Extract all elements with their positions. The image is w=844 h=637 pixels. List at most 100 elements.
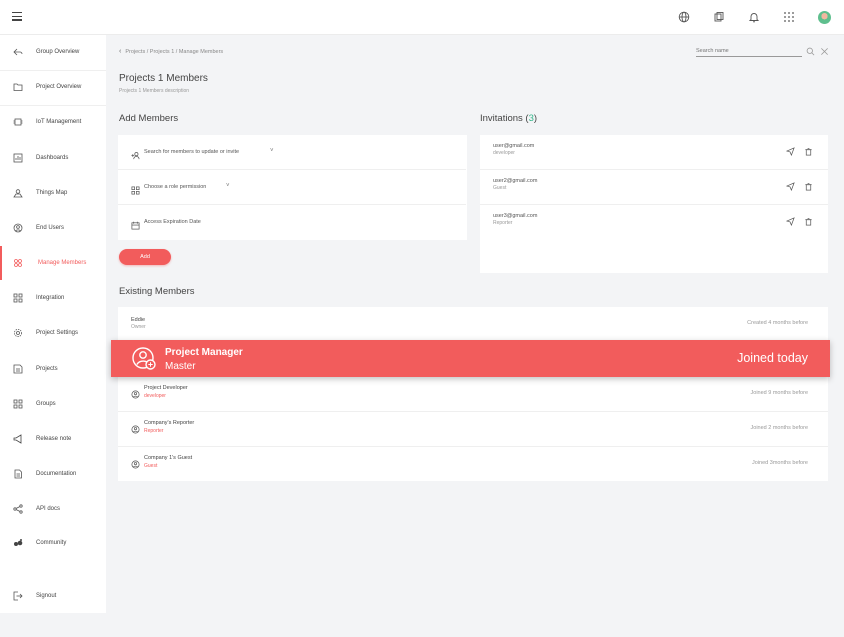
sidebar-item-documentation[interactable]: Documentation (0, 457, 106, 491)
page-title: Projects 1 Members (119, 73, 208, 84)
add-members-title: Add Members (119, 113, 179, 124)
member-role: Guest (144, 463, 158, 469)
sidebar-item-label: Things Map (36, 190, 68, 196)
member-row-highlighted[interactable]: Project Manager Master Joined today (111, 340, 830, 377)
back-arrow-icon (12, 47, 23, 58)
calendar-icon (131, 217, 141, 230)
trash-icon[interactable] (804, 217, 813, 226)
member-icon (131, 425, 140, 434)
invitation-row: user3@gmail.com Reporter (480, 205, 828, 239)
member-icon (131, 460, 140, 469)
sidebar-item-group-overview[interactable]: Group Overview (0, 35, 106, 69)
member-search-field[interactable]: Search for members to update or invite ˅ (118, 135, 466, 169)
main-content: ‹ Projects / Projects 1 / Manage Members… (106, 35, 844, 637)
sidebar-item-label: IoT Management (36, 119, 82, 125)
iot-icon (12, 117, 23, 128)
add-button[interactable]: Add (119, 249, 171, 265)
send-icon[interactable] (786, 147, 795, 156)
search-field[interactable] (696, 46, 802, 57)
sidebar-item-signout[interactable]: Signout (0, 579, 106, 613)
sidebar-item-label: Signout (36, 593, 57, 599)
top-bar (0, 0, 844, 35)
member-time: Joined 3months before (752, 460, 808, 466)
sidebar-item-label: Manage Members (38, 260, 87, 266)
member-icon (131, 390, 140, 399)
sidebar-item-project-settings[interactable]: Project Settings (0, 316, 106, 350)
sidebar-item-release-note[interactable]: Release note (0, 422, 106, 456)
member-row[interactable]: Project Developer developer Joined 9 mon… (118, 377, 828, 411)
send-icon[interactable] (786, 217, 795, 226)
apps-grid-icon[interactable] (783, 11, 795, 23)
member-name: Eddie (131, 317, 146, 323)
add-user-icon (131, 147, 141, 160)
chevron-left-icon[interactable]: ‹ (119, 48, 121, 55)
invitation-role: developer (493, 150, 515, 156)
invitation-role: Guest (493, 185, 507, 191)
sidebar-item-label: Community (36, 540, 67, 546)
community-icon (12, 538, 23, 549)
member-row-owner[interactable]: Eddie Owner Created 4 months before (118, 307, 828, 341)
member-name: Project Developer (144, 385, 188, 391)
folder-icon (12, 82, 23, 93)
close-icon[interactable] (820, 47, 829, 56)
avatar[interactable] (818, 11, 831, 24)
sidebar-item-label: Projects (36, 366, 58, 372)
trash-icon[interactable] (804, 147, 813, 156)
chevron-down-icon: ˅ (226, 183, 230, 189)
member-role: developer (144, 393, 166, 399)
sidebar-item-community[interactable]: Community (0, 526, 106, 560)
sidebar-item-label: Project Settings (36, 330, 79, 336)
sidebar-item-label: Integration (36, 295, 65, 301)
sidebar-item-label: Release note (36, 436, 72, 442)
member-row[interactable]: Company 1's Guest Guest Joined 3months b… (118, 447, 828, 481)
sidebar-item-projects[interactable]: Projects (0, 352, 106, 386)
sidebar-item-groups[interactable]: Groups (0, 387, 106, 421)
bell-icon[interactable] (748, 11, 760, 23)
search-icon[interactable] (806, 47, 815, 56)
member-row[interactable]: Company's Reporter Reporter Joined 2 mon… (118, 412, 828, 446)
send-icon[interactable] (786, 182, 795, 191)
member-name: Company's Reporter (144, 420, 195, 426)
member-search-prompt: Search for members to update or invite (144, 149, 240, 155)
sidebar-item-dashboards[interactable]: Dashboards (0, 141, 106, 175)
member-role: Reporter (144, 428, 164, 434)
sidebar-item-end-users[interactable]: End Users (0, 211, 106, 245)
user-circle-icon (12, 223, 23, 234)
member-role: Master (165, 361, 196, 372)
expiration-label: Access Expiration Date (144, 219, 201, 225)
invitation-email: user2@gmail.com (493, 178, 538, 184)
sidebar-item-label: Groups (36, 401, 56, 407)
trash-icon[interactable] (804, 182, 813, 191)
expiration-date-field[interactable]: Access Expiration Date (118, 205, 466, 239)
member-name: Company 1's Guest (144, 455, 193, 461)
sidebar-item-label: Group Overview (36, 49, 80, 55)
sidebar: Group Overview Project Overview IoT Mana… (0, 35, 106, 613)
role-prompt: Choose a role permission (144, 184, 207, 190)
dashboard-icon (12, 153, 23, 164)
invitation-role: Reporter (493, 220, 513, 226)
sidebar-item-label: Documentation (36, 471, 77, 477)
breadcrumb-text[interactable]: Projects / Projects 1 / Manage Members (125, 49, 223, 55)
clipboard-icon[interactable] (713, 11, 725, 23)
invitation-email: user3@gmail.com (493, 213, 538, 219)
sidebar-item-label: Dashboards (36, 155, 69, 161)
sidebar-item-api-docs[interactable]: API docs (0, 492, 106, 526)
sidebar-item-project-overview[interactable]: Project Overview (0, 70, 106, 104)
sidebar-item-manage-members[interactable]: Manage Members (0, 246, 106, 280)
member-name: Project Manager (165, 347, 243, 358)
sidebar-item-iot-management[interactable]: IoT Management (0, 105, 106, 139)
invitation-row: user@gmail.com developer (480, 135, 828, 169)
breadcrumb[interactable]: ‹ Projects / Projects 1 / Manage Members (119, 48, 223, 55)
chevron-down-icon: ˅ (270, 148, 274, 154)
search-input[interactable] (696, 48, 802, 54)
member-time: Joined 9 months before (750, 390, 808, 396)
sidebar-item-label: Project Overview (36, 84, 82, 90)
invitation-email: user@gmail.com (493, 143, 535, 149)
gear-icon (12, 328, 23, 339)
member-time: Joined today (737, 351, 808, 365)
menu-icon[interactable] (12, 12, 22, 22)
globe-icon[interactable] (678, 11, 690, 23)
role-select[interactable]: Choose a role permission ˅ (118, 170, 466, 204)
sidebar-item-integration[interactable]: Integration (0, 281, 106, 315)
sidebar-item-things-map[interactable]: Things Map (0, 176, 106, 210)
